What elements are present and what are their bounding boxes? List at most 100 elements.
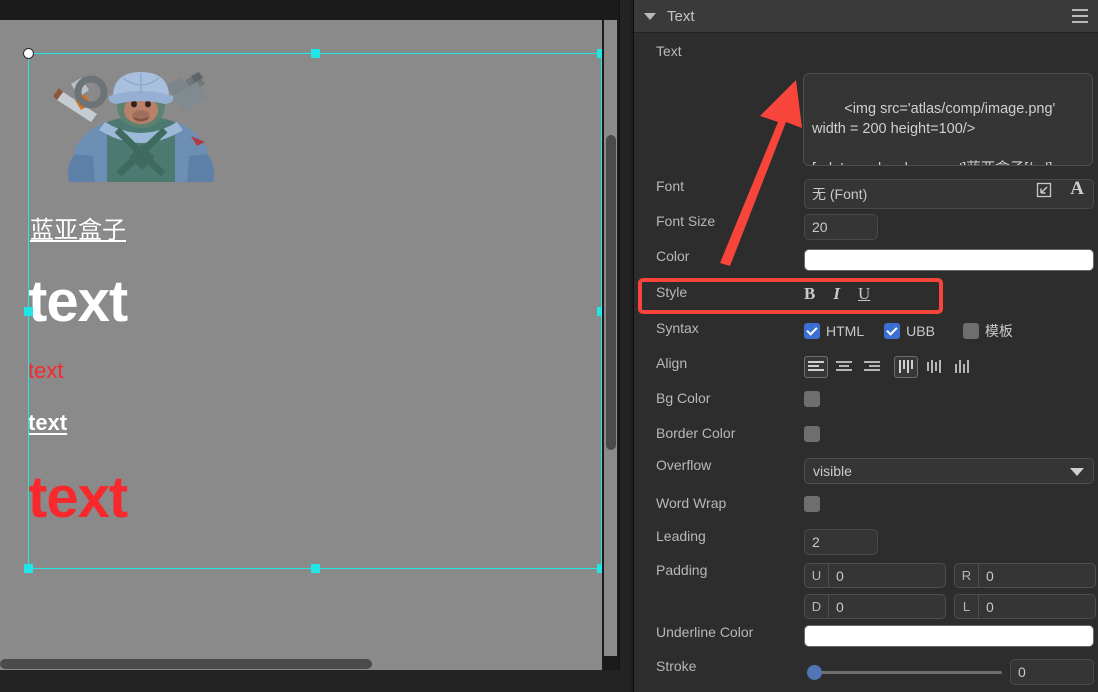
html-checkbox-label: HTML xyxy=(826,323,865,339)
property-row-overflow: Overflow visible xyxy=(634,457,1098,484)
html-checkbox[interactable] xyxy=(804,323,820,339)
padding-up-value: 0 xyxy=(836,567,844,584)
hamburger-menu-icon[interactable] xyxy=(1072,9,1088,23)
text-value-line2-link: 蓝亚盒子 xyxy=(966,161,1024,165)
property-row-text: Text xyxy=(634,43,1098,59)
property-row-font: Font 无 (Font) A xyxy=(634,178,1098,209)
chevron-down-icon[interactable] xyxy=(644,12,656,20)
resize-handle-bottom[interactable] xyxy=(311,564,320,573)
property-row-leading: Leading 2 xyxy=(634,528,1098,555)
stage-panel: 蓝亚盒子 text text text text xyxy=(0,0,630,692)
padding-left-field[interactable]: L 0 xyxy=(954,594,1096,619)
padding-left-value: 0 xyxy=(986,598,994,615)
selection-box[interactable] xyxy=(23,48,602,573)
valign-bottom-button[interactable] xyxy=(950,356,974,378)
align-center-button[interactable] xyxy=(832,356,856,378)
design-canvas[interactable]: 蓝亚盒子 text text text text xyxy=(0,20,602,656)
padding-right-key: R xyxy=(955,564,979,587)
property-row-border-color: Border Color xyxy=(634,425,1098,447)
bold-button[interactable]: B xyxy=(804,285,815,302)
text-value-line2-post: [/url] xyxy=(1024,161,1052,165)
editor-window: 蓝亚盒子 text text text text Text Text <img … xyxy=(0,0,1098,692)
overflow-select[interactable]: visible xyxy=(804,458,1094,484)
resize-handle-bottom-left[interactable] xyxy=(24,564,33,573)
canvas-vertical-scrollbar[interactable] xyxy=(604,20,617,656)
label-bg-color: Bg Color xyxy=(656,390,711,406)
label-color: Color xyxy=(656,248,690,264)
label-leading: Leading xyxy=(656,528,706,544)
word-wrap-checkbox[interactable] xyxy=(804,496,820,512)
canvas-horizontal-scrollbar-thumb[interactable] xyxy=(0,659,372,669)
property-row-align: Align xyxy=(634,355,1098,378)
stroke-value-input[interactable]: 0 xyxy=(1010,659,1094,685)
property-row-word-wrap: Word Wrap xyxy=(634,495,1098,517)
property-row-underline-color: Underline Color xyxy=(634,624,1098,647)
label-stroke: Stroke xyxy=(656,658,697,674)
font-A-icon[interactable]: A xyxy=(1070,178,1084,200)
text-value-line2-pre: [url='www.layabox.com'] xyxy=(812,161,966,165)
border-color-checkbox[interactable] xyxy=(804,426,820,442)
ubb-checkbox[interactable] xyxy=(884,323,901,339)
label-padding: Padding xyxy=(656,562,708,578)
property-row-stroke: Stroke 0 xyxy=(634,658,1098,685)
stage-viewport: 蓝亚盒子 text text text text xyxy=(0,0,620,670)
expand-box-icon[interactable] xyxy=(1036,182,1052,203)
underline-color-swatch[interactable] xyxy=(804,625,1094,647)
valign-top-button[interactable] xyxy=(894,356,918,378)
resize-handle-top-right[interactable] xyxy=(597,49,602,58)
bg-color-checkbox[interactable] xyxy=(804,391,820,407)
label-syntax: Syntax xyxy=(656,320,699,336)
padding-down-key: D xyxy=(805,595,829,618)
padding-up-field[interactable]: U 0 xyxy=(804,563,946,588)
padding-right-field[interactable]: R 0 xyxy=(954,563,1096,588)
property-row-style: Style B I U xyxy=(634,284,1098,302)
stroke-slider-track xyxy=(816,671,1002,674)
align-left-button[interactable] xyxy=(804,356,828,378)
valign-middle-button[interactable] xyxy=(922,356,946,378)
property-row-syntax: Syntax HTML UBB 模板 xyxy=(634,320,1098,341)
template-checkbox-label: 模板 xyxy=(984,323,1013,339)
leading-input[interactable]: 2 xyxy=(804,529,878,555)
padding-down-field[interactable]: D 0 xyxy=(804,594,946,619)
property-row-bg-color: Bg Color xyxy=(634,390,1098,412)
ubb-checkbox-label: UBB xyxy=(906,323,935,339)
padding-down-value: 0 xyxy=(836,598,844,615)
property-row-font-size: Font Size 20 xyxy=(634,213,1098,240)
font-size-input[interactable]: 20 xyxy=(804,214,878,240)
resize-handle-right[interactable] xyxy=(597,307,602,316)
stroke-slider[interactable] xyxy=(804,661,1002,683)
property-panel-header[interactable]: Text xyxy=(634,0,1098,33)
stroke-slider-knob[interactable] xyxy=(807,665,822,680)
overflow-selected-value: visible xyxy=(813,463,852,479)
label-font: Font xyxy=(656,178,685,194)
canvas-vertical-scrollbar-thumb[interactable] xyxy=(606,135,616,450)
padding-up-key: U xyxy=(805,564,829,587)
property-row-color: Color xyxy=(634,248,1098,271)
label-style: Style xyxy=(656,284,688,300)
label-word-wrap: Word Wrap xyxy=(656,495,727,511)
resize-handle-left[interactable] xyxy=(24,307,33,316)
label-align: Align xyxy=(656,355,688,371)
label-text: Text xyxy=(656,43,682,59)
label-font-size: Font Size xyxy=(656,213,716,229)
text-input[interactable]: <img src='atlas/comp/image.png' width = … xyxy=(803,73,1093,166)
property-list: Text <img src='atlas/comp/image.png' wid… xyxy=(634,33,1098,692)
template-checkbox[interactable] xyxy=(962,323,979,339)
property-panel: Text Text <img src='atlas/comp/image.png… xyxy=(633,0,1098,692)
padding-left-key: L xyxy=(955,595,979,618)
label-border-color: Border Color xyxy=(656,425,736,441)
rotate-handle[interactable] xyxy=(23,48,34,59)
padding-right-value: 0 xyxy=(986,567,994,584)
italic-button[interactable]: I xyxy=(833,285,840,302)
panel-title: Text xyxy=(667,7,695,25)
align-right-button[interactable] xyxy=(860,356,884,378)
canvas-horizontal-scrollbar[interactable] xyxy=(0,656,602,670)
label-overflow: Overflow xyxy=(656,457,712,473)
resize-handle-bottom-right[interactable] xyxy=(597,564,602,573)
resize-handle-top[interactable] xyxy=(311,49,320,58)
property-row-padding: Padding U 0 R 0 D 0 L 0 xyxy=(634,562,1098,619)
color-swatch[interactable] xyxy=(804,249,1094,271)
label-underline-color: Underline Color xyxy=(656,624,754,640)
chevron-down-icon xyxy=(1070,468,1084,476)
underline-button[interactable]: U xyxy=(858,285,870,302)
